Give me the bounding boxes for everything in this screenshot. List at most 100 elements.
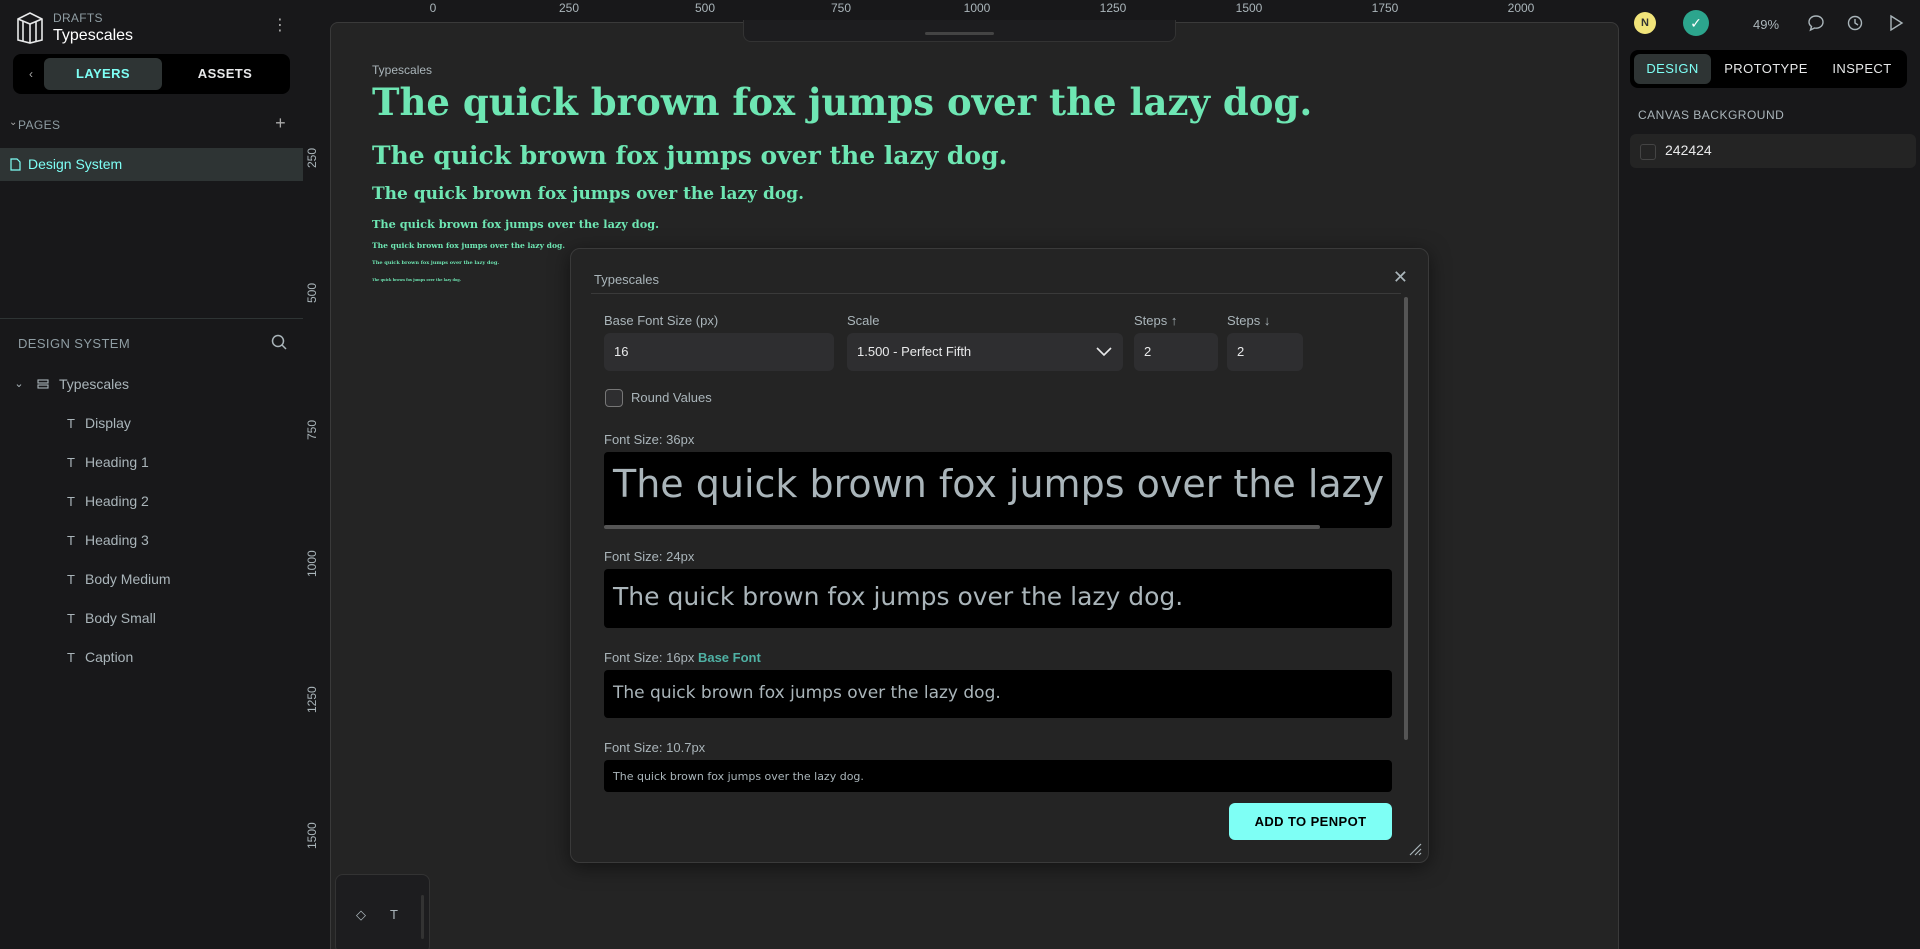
steps-up-input[interactable]: 2 (1134, 333, 1218, 371)
text-icon: T (67, 650, 75, 665)
pages-title: PAGES (18, 118, 61, 132)
plugin-drag-handle[interactable] (743, 20, 1176, 42)
sample-body-small: The quick brown fox jumps over the lazy … (372, 260, 500, 266)
preview-label-16-text: Font Size: 16px (604, 650, 695, 665)
preview-text: The quick brown fox jumps over the lazy … (613, 683, 1001, 703)
add-page-icon[interactable]: + (275, 113, 286, 134)
horizontal-scrollbar[interactable] (604, 525, 1320, 529)
layer-label: Heading 2 (85, 493, 149, 509)
play-icon[interactable] (1887, 14, 1905, 32)
base-font-label: Base Font Size (px) (604, 313, 719, 328)
ruler-tick: 250 (305, 147, 319, 168)
preview-16px: The quick brown fox jumps over the lazy … (604, 670, 1392, 718)
tab-inspect[interactable]: INSPECT (1821, 54, 1903, 84)
search-icon[interactable] (270, 333, 288, 351)
back-chevron-icon[interactable]: ‹ (21, 64, 41, 84)
ruler-tick: 1500 (305, 822, 319, 849)
dialog-title: Typescales (594, 272, 660, 287)
ruler-tick: 1750 (1371, 1, 1399, 15)
preview-label-16: Font Size: 16px Base Font (604, 650, 761, 665)
layer-body-small[interactable]: T Body Small (0, 608, 303, 632)
sample-heading-2: The quick brown fox jumps over the lazy … (372, 184, 804, 204)
text-icon: T (67, 455, 75, 470)
layer-display[interactable]: T Display (0, 413, 303, 437)
base-font-input[interactable]: 16 (604, 333, 834, 371)
history-icon[interactable] (1846, 14, 1864, 32)
user-avatar[interactable]: N (1634, 12, 1656, 34)
color-swatch[interactable] (1640, 144, 1656, 160)
design-system-header: DESIGN SYSTEM (18, 333, 288, 355)
sidebar-divider (0, 318, 303, 319)
layer-label: Heading 1 (85, 454, 149, 470)
preview-text: The quick brown fox jumps over the lazy … (613, 582, 1184, 611)
resize-handle-icon[interactable] (1408, 842, 1422, 856)
text-icon: T (67, 494, 75, 509)
board-icon (37, 379, 49, 389)
layer-group-typescales[interactable]: ⌄ Typescales (0, 374, 303, 398)
project-name[interactable]: Typescales (53, 27, 133, 45)
sample-caption: The quick brown fox jumps over the lazy … (372, 278, 461, 282)
penpot-app: DRAFTS Typescales ⋮ ‹ LAYERS ASSETS ⌄ PA… (0, 0, 1920, 949)
toolbar-scrollbar (421, 895, 424, 939)
preview-24px: The quick brown fox jumps over the lazy … (604, 569, 1392, 628)
layer-label: Body Medium (85, 571, 171, 587)
ruler-tick: 1500 (1235, 1, 1263, 15)
close-icon[interactable]: ✕ (1393, 267, 1408, 288)
preview-10-7px: The quick brown fox jumps over the lazy … (604, 760, 1392, 792)
text-icon: T (67, 416, 75, 431)
layer-heading-2[interactable]: T Heading 2 (0, 491, 303, 515)
canvas-background-title: CANVAS BACKGROUND (1638, 108, 1785, 122)
canvas-viewport[interactable]: 0 250 500 750 1000 1250 1500 1750 2000 2… (303, 0, 1629, 949)
ruler-tick: 0 (429, 1, 437, 15)
zoom-level[interactable]: 49% (1753, 17, 1779, 32)
layer-heading-1[interactable]: T Heading 1 (0, 452, 303, 476)
add-to-penpot-button[interactable]: ADD TO PENPOT (1229, 803, 1392, 840)
sample-display: The quick brown fox jumps over the lazy … (372, 80, 1313, 124)
tab-design[interactable]: DESIGN (1634, 54, 1711, 84)
vertical-scrollbar[interactable] (1404, 297, 1408, 740)
right-sidebar: N ✓ 49% DESIGN PROTOTYPE INSPECT CANVAS … (1629, 0, 1920, 949)
penpot-logo-icon[interactable] (16, 10, 44, 44)
canvas-background-value[interactable]: 242424 (1665, 142, 1712, 158)
drag-bar[interactable] (925, 32, 994, 35)
text-icon: T (67, 572, 75, 587)
round-values-checkbox[interactable] (605, 389, 623, 407)
scale-select[interactable]: 1.500 - Perfect Fifth (847, 333, 1123, 371)
chevron-down-icon[interactable]: ⌄ (12, 377, 26, 393)
preview-label-10-7: Font Size: 10.7px (604, 740, 706, 755)
chevron-down-icon (1096, 347, 1112, 357)
left-sidebar: DRAFTS Typescales ⋮ ‹ LAYERS ASSETS ⌄ PA… (0, 0, 303, 949)
text-icon: T (67, 611, 75, 626)
canvas-background-row[interactable]: 242424 (1630, 134, 1916, 168)
board-title: Typescales (372, 63, 433, 77)
ruler-tick: 750 (830, 1, 852, 15)
ruler-tick: 250 (558, 1, 580, 15)
layer-label: Body Small (85, 610, 156, 626)
comments-icon[interactable] (1807, 14, 1825, 32)
ruler-tick: 500 (305, 282, 319, 303)
pages-header: ⌄ PAGES + (9, 113, 290, 136)
steps-down-input[interactable]: 2 (1227, 333, 1303, 371)
sample-heading-3: The quick brown fox jumps over the lazy … (372, 217, 660, 231)
layer-body-medium[interactable]: T Body Medium (0, 569, 303, 593)
preview-label-36: Font Size: 36px (604, 432, 695, 447)
tab-prototype[interactable]: PROTOTYPE (1719, 54, 1813, 84)
layer-label: Display (85, 415, 131, 431)
dialog-divider (591, 293, 1401, 294)
project-header: DRAFTS Typescales ⋮ (16, 10, 296, 46)
more-options-icon[interactable]: ⋮ (272, 18, 288, 34)
tab-assets[interactable]: ASSETS (166, 58, 284, 90)
page-item-design-system[interactable]: Design System (0, 148, 303, 181)
layer-heading-3[interactable]: T Heading 3 (0, 530, 303, 554)
path-tool-icon[interactable]: ◇ (356, 907, 366, 923)
base-font-badge: Base Font (697, 650, 761, 665)
tab-layers[interactable]: LAYERS (44, 58, 162, 90)
preview-text: The quick brown fox jumps over the lazy … (613, 770, 864, 783)
saved-status-icon: ✓ (1683, 10, 1709, 36)
round-values-label: Round Values (631, 390, 712, 405)
layer-caption[interactable]: T Caption (0, 647, 303, 671)
sidebar-tabs: ‹ LAYERS ASSETS (13, 54, 290, 94)
text-tool-icon[interactable]: T (390, 907, 398, 922)
ruler-tick: 500 (694, 1, 716, 15)
chevron-down-icon[interactable]: ⌄ (9, 117, 18, 128)
